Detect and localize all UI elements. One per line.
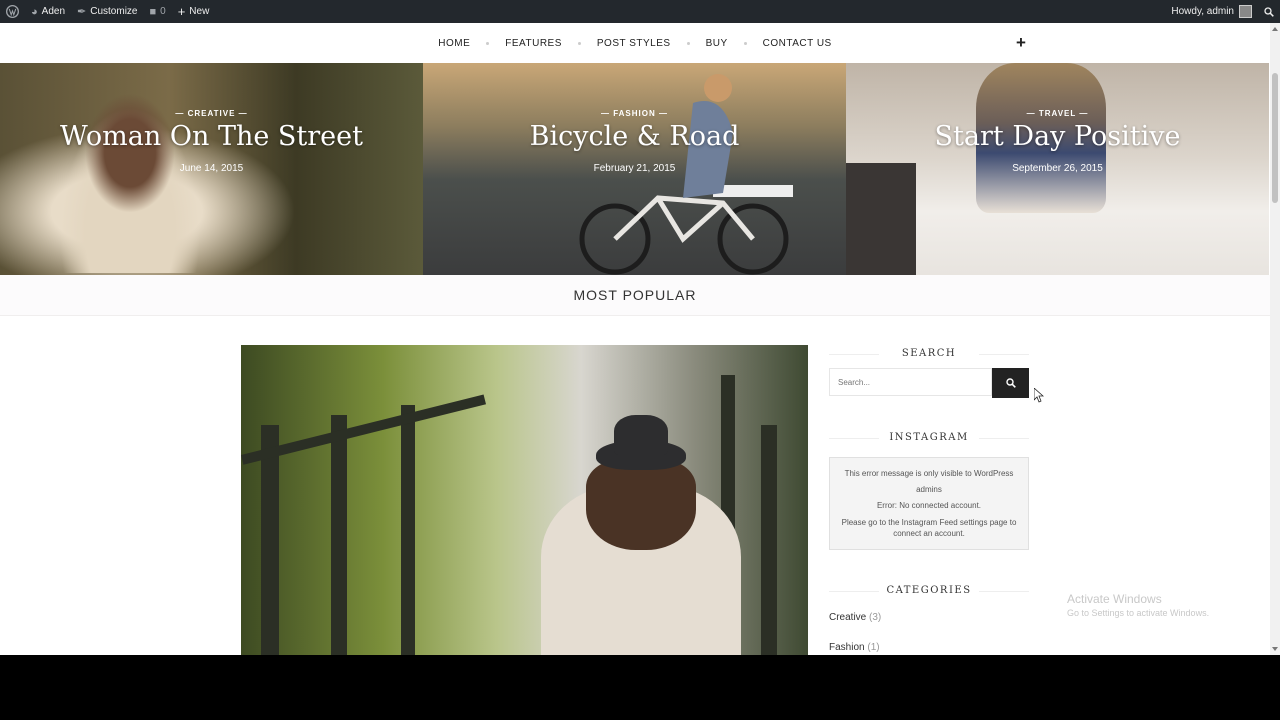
activate-windows-title: Activate Windows [1067, 592, 1162, 606]
slide-woman-on-the-street[interactable]: — CREATIVE — Woman On The Street June 14… [0, 63, 423, 275]
slide-title[interactable]: Start Day Positive [846, 121, 1269, 152]
plus-menu-toggle-icon[interactable]: + [1016, 34, 1026, 51]
instagram-error-box: This error message is only visible to Wo… [829, 457, 1029, 550]
search-icon [1264, 6, 1274, 17]
activate-windows-watermark: Activate Windows Go to Settings to activ… [1067, 592, 1209, 618]
featured-slider: — CREATIVE — Woman On The Street June 14… [0, 63, 1270, 275]
instagram-error-line: Error: No connected account. [876, 501, 982, 510]
slide-date: February 21, 2015 [593, 163, 676, 174]
new-label: New [189, 6, 210, 17]
scroll-down-arrow-icon[interactable] [1272, 647, 1278, 651]
customize-label: Customize [90, 6, 138, 17]
instagram-widget-title: INSTAGRAM [829, 429, 1029, 447]
comments-link[interactable]: ■ 0 [143, 0, 171, 23]
brush-icon: ✒ [77, 6, 87, 18]
slide-category[interactable]: — CREATIVE — [0, 109, 423, 118]
nav-separator [577, 41, 581, 45]
browser-viewport: ◕ Aden ✒ Customize ■ 0 + New Howdy, admi… [0, 0, 1280, 655]
category-item-creative[interactable]: Creative (3) [829, 612, 881, 623]
slide-start-day-positive[interactable]: — TRAVEL — Start Day Positive September … [846, 63, 1269, 275]
nightstand [846, 163, 916, 275]
photo-person-hair [586, 460, 696, 550]
slide-title[interactable]: Bicycle & Road [423, 121, 846, 152]
comments-count: 0 [160, 6, 166, 17]
account-menu[interactable]: Howdy, admin [1165, 0, 1258, 23]
slide-date: June 14, 2015 [179, 163, 244, 174]
search-icon [1005, 378, 1016, 388]
search-input[interactable] [829, 368, 992, 396]
category-item-fashion[interactable]: Fashion (1) [829, 642, 880, 653]
mouse-cursor-icon [1034, 388, 1044, 403]
activate-windows-subtitle: Go to Settings to activate Windows. [1067, 608, 1210, 618]
dashboard-icon: ◕ [31, 5, 38, 18]
new-content-menu[interactable]: + New [172, 0, 216, 23]
most-popular-bar: MOST POPULAR [0, 275, 1270, 316]
search-form [829, 368, 1029, 398]
category-name[interactable]: Fashion [829, 642, 865, 653]
nav-item-contact-us[interactable]: CONTACT US [763, 38, 832, 49]
customize-link[interactable]: ✒ Customize [71, 0, 143, 23]
slide-date: September 26, 2015 [1012, 163, 1103, 174]
instagram-error-line: This error message is only visible to Wo… [844, 469, 1014, 494]
railing-post [331, 415, 347, 655]
comment-bubble-icon: ■ [149, 5, 157, 18]
search-widget-title: SEARCH [829, 345, 1029, 363]
nav-separator [686, 41, 690, 45]
main-navigation: HOME FEATURES POST STYLES BUY CONTACT US… [0, 23, 1270, 63]
scroll-up-arrow-icon[interactable] [1272, 27, 1278, 31]
search-submit-button[interactable] [992, 368, 1029, 398]
nav-item-home[interactable]: HOME [438, 38, 470, 49]
instagram-error-line: Please go to the Instagram Feed settings… [841, 518, 1017, 538]
nav-separator [743, 41, 747, 45]
railing-post [401, 405, 415, 655]
nav-item-post-styles[interactable]: POST STYLES [597, 38, 671, 49]
slide-bicycle-road[interactable]: — FASHION — Bicycle & Road February 21, … [423, 63, 846, 275]
nav-item-buy[interactable]: BUY [706, 38, 728, 49]
site-name-menu[interactable]: ◕ Aden [25, 0, 71, 23]
wordpress-logo-icon [6, 5, 19, 18]
slide-title[interactable]: Woman On The Street [0, 121, 423, 152]
sidebar: SEARCH INSTAGRAM This error message is o… [829, 345, 1029, 653]
category-count: (1) [867, 642, 880, 653]
page-scrollbar[interactable] [1270, 23, 1280, 655]
slide-category[interactable]: — TRAVEL — [846, 109, 1269, 118]
most-popular-title[interactable]: MOST POPULAR [574, 287, 697, 303]
plus-icon: + [177, 4, 186, 19]
scroll-thumb[interactable] [1272, 73, 1278, 203]
slide-category[interactable]: — FASHION — [423, 109, 846, 118]
wp-admin-bar: ◕ Aden ✒ Customize ■ 0 + New Howdy, admi… [0, 0, 1280, 23]
site-name-label: Aden [41, 6, 66, 17]
howdy-label: Howdy, admin [1171, 6, 1234, 17]
nav-separator [486, 41, 490, 45]
photo-hat-crown [614, 415, 668, 455]
featured-post-image[interactable] [241, 345, 808, 655]
category-name[interactable]: Creative [829, 612, 866, 623]
category-count: (3) [869, 612, 882, 623]
avatar [1239, 5, 1252, 18]
railing-post [761, 425, 777, 655]
nav-item-features[interactable]: FEATURES [505, 38, 562, 49]
wp-logo-menu[interactable] [0, 0, 25, 23]
admin-search-button[interactable] [1258, 0, 1280, 23]
categories-widget-title: CATEGORIES [829, 582, 1029, 600]
